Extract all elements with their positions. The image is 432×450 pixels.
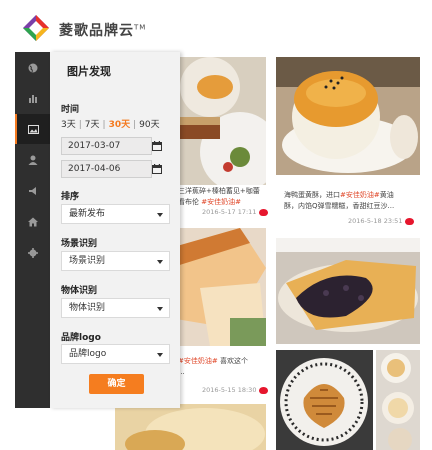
brand-logo-icon (23, 15, 49, 41)
post-photo[interactable] (276, 350, 373, 450)
weibo-icon (405, 217, 415, 225)
time-label: 时间 (61, 105, 80, 115)
post-card[interactable] (276, 238, 420, 344)
post-photo[interactable] (170, 57, 266, 185)
calendar-icon[interactable] (152, 164, 162, 174)
post-photo[interactable] (276, 238, 420, 344)
post-photo[interactable] (115, 404, 266, 450)
post-card[interactable]: 海鸭蛋黄酥，进口#安佳奶油#黄油 酥，内馅Q弹雪糯糍，香甜红豆沙... 2016-… (276, 57, 420, 231)
chevron-down-icon (157, 213, 163, 217)
panel-title: 图片发现 (67, 65, 111, 78)
post-meta: 2016-5-17 17:11 (202, 208, 269, 216)
image-icon (28, 124, 39, 134)
post-caption: #安佳奶油# 喜欢这个... (178, 357, 248, 376)
home-icon (27, 217, 38, 227)
post-photo[interactable] (276, 57, 420, 175)
calendar-icon[interactable] (152, 141, 162, 151)
weibo-icon (259, 208, 269, 216)
weibo-icon (259, 386, 269, 394)
sidebar-item-campaign[interactable] (15, 176, 50, 206)
chevron-down-icon (157, 260, 163, 264)
sidebar (15, 52, 50, 408)
sort-select[interactable]: 最新发布 (61, 204, 170, 224)
range-3d[interactable]: 3天 (61, 120, 76, 130)
post-card[interactable]: 三洋蕉碎+榛柏蓄见+咖蕾 看布伦 #安佳奶油# 2016-5-17 17:11 (170, 57, 269, 222)
sidebar-item-settings[interactable] (15, 238, 50, 268)
sidebar-item-globe[interactable] (15, 53, 50, 83)
brand-header: 菱歌品牌云TM (15, 0, 180, 52)
post-photo[interactable] (170, 228, 266, 346)
user-icon (28, 155, 37, 165)
logo-select[interactable]: 品牌logo (61, 344, 170, 364)
post-meta: 2016-5-18 23:51 (348, 217, 415, 225)
sidebar-item-stats[interactable] (15, 83, 50, 113)
start-date-input[interactable]: 2017-03-07 (61, 137, 152, 155)
end-date-input[interactable]: 2017-04-06 (61, 160, 152, 178)
bar-chart-icon (28, 95, 37, 103)
post-caption: 三洋蕉碎+榛柏蓄见+咖蕾 看布伦 #安佳奶油# (178, 187, 260, 206)
post-card[interactable]: #安佳奶油# 喜欢这个... 2016-5-15 18:30 (170, 228, 269, 400)
range-7d[interactable]: 7天 (85, 120, 100, 130)
sidebar-item-images[interactable] (15, 114, 50, 144)
scene-label: 场景识别 (61, 239, 98, 249)
post-meta: 2016-5-15 18:30 (202, 386, 269, 394)
sidebar-item-user[interactable] (15, 145, 50, 175)
confirm-button[interactable]: 确定 (89, 374, 144, 394)
range-30d[interactable]: 30天 (109, 120, 131, 130)
logo-label: 品牌logo (61, 333, 101, 343)
megaphone-icon (28, 187, 36, 195)
brand-name: 菱歌品牌云TM (59, 23, 147, 39)
object-label: 物体识别 (61, 286, 98, 296)
scene-select[interactable]: 场景识别 (61, 251, 170, 271)
sort-label: 排序 (61, 192, 80, 202)
chevron-down-icon (157, 307, 163, 311)
filter-panel: 图片发现 时间 3天 | 7天 | 30天 | 90天 2017-03-07 2017-04… (50, 52, 180, 408)
globe-icon (28, 63, 37, 73)
post-photo[interactable] (376, 350, 420, 450)
range-90d[interactable]: 90天 (139, 120, 159, 130)
post-caption: 海鸭蛋黄酥，进口#安佳奶油#黄油 酥，内馅Q弹雪糯糍，香甜红豆沙... (284, 191, 395, 210)
post-card[interactable] (276, 350, 420, 450)
chevron-down-icon (157, 353, 163, 357)
object-select[interactable]: 物体识别 (61, 298, 170, 318)
gear-icon (27, 248, 38, 258)
time-range-tabs: 3天 | 7天 | 30天 | 90天 (61, 120, 160, 130)
sidebar-item-home[interactable] (15, 207, 50, 237)
